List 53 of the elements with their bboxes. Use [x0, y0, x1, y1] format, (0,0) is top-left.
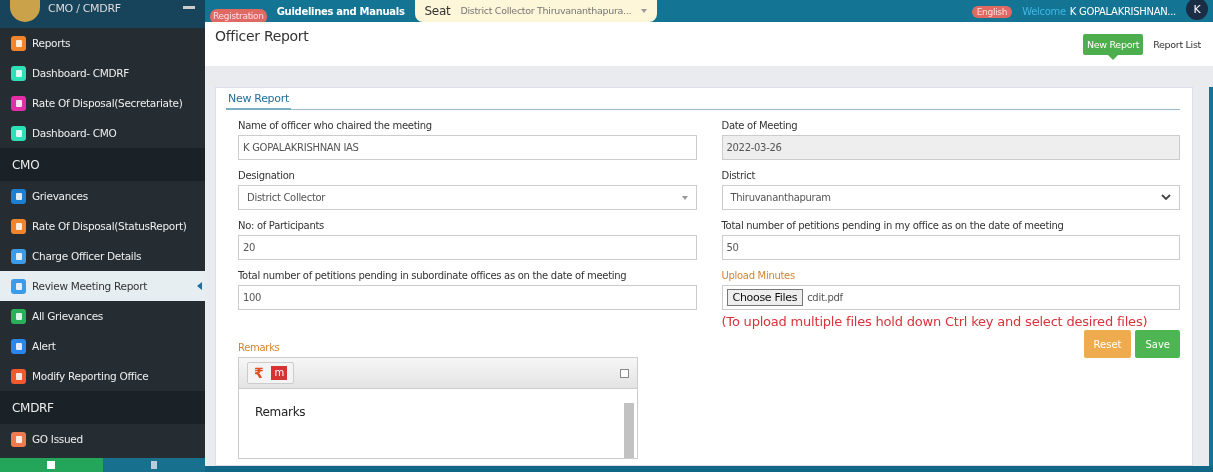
form-tab[interactable]: New Report — [226, 92, 291, 110]
sidebar-section: CMO — [0, 148, 205, 181]
sidebar-item[interactable]: Alert — [0, 331, 205, 361]
sidebar-item[interactable]: Rate Of Disposal(Secretariate) — [0, 88, 205, 118]
sidebar-item[interactable]: Reports — [0, 28, 205, 58]
input-field[interactable]: K GOPALAKRISHNAN IAS — [238, 135, 697, 160]
sidebar-item[interactable]: Charge Officer Details — [0, 241, 205, 271]
sidebar-item[interactable]: Review Meeting Report — [0, 271, 205, 301]
user-name: K GOPALAKRISHNAN... — [1069, 6, 1176, 19]
seat-selector[interactable]: Seat District Collector Thiruvananthapura... — [414, 0, 658, 22]
grid-tab[interactable] — [0, 458, 103, 472]
editor-text[interactable]: Remarks — [239, 389, 306, 419]
date-field: 2022-03-26 — [721, 135, 1180, 160]
select-field[interactable]: Thiruvananthapuram — [721, 185, 1180, 210]
toolbar-button[interactable]: m — [271, 366, 287, 380]
field-label: Remarks — [238, 341, 281, 355]
page-tab[interactable]: Report List — [1149, 34, 1205, 55]
sidebar-item[interactable]: Dashboard- CMDRF — [0, 58, 205, 88]
upload-hint: (To upload multiple files hold down Ctrl key and select desired files) — [721, 313, 1149, 330]
brand-title: CMO / CMDRF — [48, 2, 122, 15]
dropdown-icon — [641, 9, 648, 13]
sidebar-section: CMDRF — [0, 391, 205, 424]
field-label: No: of Participants — [238, 219, 325, 233]
sidebar-item[interactable]: Modify Reporting Office — [0, 361, 205, 391]
avatar[interactable]: K — [1186, 0, 1208, 20]
field-label: Total number of petitions pending in subordinate offices as on the date of meeting — [238, 269, 628, 283]
page-title: Officer Report — [215, 28, 309, 44]
rupee-button[interactable]: ₹ — [254, 365, 264, 381]
chevron-down-icon — [1161, 194, 1171, 201]
input-field[interactable]: 50 — [721, 235, 1180, 260]
collapse-button[interactable] — [620, 368, 629, 378]
sidebar-item[interactable]: Grievances — [0, 181, 205, 211]
select-field[interactable]: District Collector — [238, 185, 697, 210]
sidebar-item[interactable]: Dashboard- CMO — [0, 118, 205, 148]
guidelines-link[interactable]: Guidelines and Manuals — [276, 6, 405, 22]
sidebar-item[interactable]: GO Issued — [0, 424, 205, 454]
welcome-label: Welcome — [1022, 6, 1066, 19]
field-label: Designation — [238, 169, 296, 183]
emblem-icon — [10, 0, 40, 22]
input-field[interactable]: 100 — [238, 285, 697, 310]
field-label: Date of Meeting — [721, 119, 799, 133]
input-field[interactable]: 20 — [238, 235, 697, 260]
database-tab[interactable] — [102, 458, 205, 472]
file-input[interactable]: Choose Files cdit.pdf — [721, 285, 1180, 310]
field-label: Name of officer who chaired the meeting — [238, 119, 433, 133]
tab-pointer-icon — [1108, 55, 1119, 60]
scrollbar[interactable] — [624, 403, 634, 458]
field-label: District — [721, 169, 757, 183]
field-label: Upload Minutes — [721, 269, 796, 283]
field-label: Total number of petitions pending in my office as on the date of meeting — [721, 219, 1065, 233]
dropdown-icon — [681, 195, 688, 200]
sidebar-item[interactable]: Rate Of Disposal(StatusReport) — [0, 211, 205, 241]
sidebar-item[interactable]: All Grievances — [0, 301, 205, 331]
